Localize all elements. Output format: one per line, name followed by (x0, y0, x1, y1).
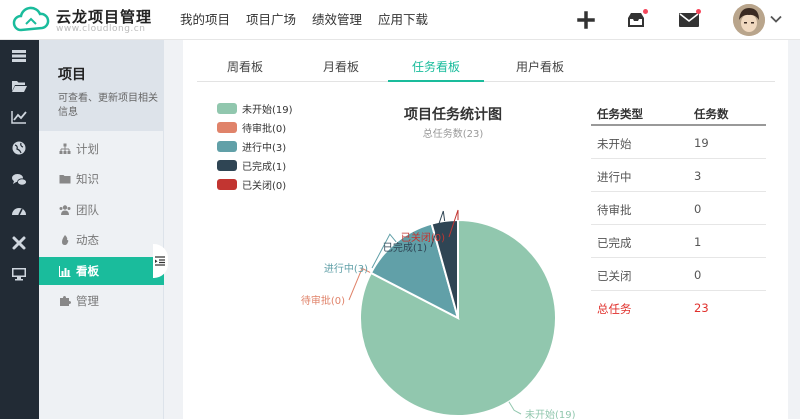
sidebar-collapse-toggle[interactable] (153, 244, 168, 278)
logo[interactable]: 云龙项目管理 www.cloudlong.cn (12, 4, 162, 36)
indent-icon (155, 256, 165, 266)
sidebar-item-knowledge[interactable]: 知识 (39, 165, 164, 193)
pie-leader-line-not-started (508, 401, 522, 415)
nav-project-square[interactable]: 项目广场 (246, 0, 296, 40)
table-row: 已完成 1 (591, 225, 766, 258)
sidebar-item-label: 团队 (76, 203, 99, 217)
legend-swatch (217, 159, 237, 171)
chart-subtitle: 总任务数(23) (422, 129, 484, 140)
logo-subtitle: www.cloudlong.cn (56, 24, 146, 34)
legend-item-done[interactable]: 已完成(1) (217, 158, 287, 173)
table-row: 待审批 0 (591, 192, 766, 225)
joomla-icon[interactable] (11, 235, 27, 251)
server-icon[interactable] (11, 48, 27, 64)
legend-swatch (217, 102, 237, 114)
table-row: 未开始 19 (591, 126, 766, 159)
legend-swatch (217, 121, 237, 133)
legend-label: 待审批(0) (242, 123, 287, 135)
task-count-cell: 0 (694, 268, 702, 282)
legend-label: 已完成(1) (242, 161, 287, 173)
nav-performance[interactable]: 绩效管理 (312, 0, 362, 40)
inbox-notification-dot (643, 9, 648, 14)
sitemap-icon (59, 143, 71, 154)
line-chart-icon[interactable] (11, 109, 27, 125)
task-type-cell: 待审批 (597, 203, 632, 217)
table-row: 已关闭 0 (591, 258, 766, 291)
legend-label: 进行中(3) (242, 142, 287, 154)
puzzle-icon (60, 296, 71, 306)
sidebar-item-label: 动态 (76, 233, 99, 247)
sidebar-item-manage[interactable]: 管理 (39, 287, 164, 315)
nav-app-download[interactable]: 应用下载 (378, 0, 428, 40)
legend-label: 未开始(19) (242, 104, 293, 116)
task-type-cell: 未开始 (597, 137, 632, 151)
chevron-down-icon[interactable] (769, 12, 783, 26)
dashboard-icon[interactable] (11, 203, 27, 219)
task-count-cell: 1 (694, 235, 702, 249)
fire-icon (62, 235, 69, 245)
tab-weekly-board[interactable]: 周看板 (197, 54, 293, 82)
pie-label-not-started: 未开始(19) (525, 408, 576, 419)
pie-label-pending: 待审批(0) (301, 294, 345, 307)
legend-item-in-progress[interactable]: 进行中(3) (217, 139, 287, 154)
column-header-type: 任务类型 (597, 107, 643, 121)
legend-swatch (217, 140, 237, 152)
folder-icon (59, 175, 71, 184)
bar-chart-icon (59, 266, 71, 277)
table-total-row: 总任务 23 (591, 291, 766, 324)
project-title: 项目 (58, 67, 86, 83)
sidebar-item-label: 管理 (76, 294, 99, 308)
legend-item-pending[interactable]: 待审批(0) (217, 120, 287, 135)
task-count-cell: 0 (694, 202, 702, 216)
main-content: 周看板 月看板 任务看板 用户看板 未开始(19) 待审批(0) 进行中(3) … (183, 40, 788, 419)
sidebar-item-label: 计划 (76, 142, 99, 156)
project-description: 可查看、更新项目相关信息 (58, 93, 158, 118)
tab-user-board[interactable]: 用户看板 (492, 54, 588, 82)
task-type-cell: 已完成 (597, 236, 632, 250)
globe-icon[interactable] (11, 140, 27, 156)
board-tabs: 周看板 月看板 任务看板 用户看板 (197, 54, 775, 82)
task-type-cell: 进行中 (597, 170, 632, 184)
sidebar-item-label: 看板 (76, 264, 99, 278)
legend-swatch (217, 178, 237, 190)
task-count-cell: 3 (694, 169, 702, 183)
folder-open-icon[interactable] (11, 78, 27, 94)
sidebar-item-plan[interactable]: 计划 (39, 135, 164, 163)
table-header-row: 任务类型 任务数 (591, 100, 766, 126)
comments-icon[interactable] (11, 172, 27, 188)
cloud-logo-icon (12, 6, 50, 32)
legend-label: 已关闭(0) (242, 180, 287, 192)
task-count-cell: 19 (694, 136, 709, 150)
pie-label-closed: 已关闭(0) (401, 231, 445, 244)
sidebar-item-team[interactable]: 团队 (39, 196, 164, 224)
sidebar-item-board[interactable]: 看板 (39, 257, 164, 285)
desktop-icon[interactable] (11, 266, 27, 282)
nav-my-projects[interactable]: 我的项目 (180, 0, 230, 40)
total-count-cell: 23 (694, 301, 709, 315)
column-header-count: 任务数 (694, 107, 729, 121)
task-pie-chart: 未开始(19)待审批(0)进行中(3)已完成(1)已关闭(0) (301, 209, 576, 419)
pie-label-in-progress: 进行中(3) (324, 262, 368, 275)
total-type-cell: 总任务 (597, 302, 632, 316)
mail-notification-dot (696, 9, 701, 14)
tab-monthly-board[interactable]: 月看板 (293, 54, 389, 82)
plus-icon[interactable] (574, 8, 598, 32)
project-sidebar-header: 项目 可查看、更新项目相关信息 (39, 40, 164, 131)
project-sidebar: 项目 可查看、更新项目相关信息 计划 知识 团队 动态 看板 管理 (39, 40, 164, 419)
sidebar-item-label: 知识 (76, 172, 99, 186)
user-avatar[interactable] (733, 4, 765, 36)
icon-rail (0, 40, 39, 419)
top-header: 云龙项目管理 www.cloudlong.cn 我的项目 项目广场 绩效管理 应… (0, 0, 800, 40)
users-icon (59, 205, 71, 215)
task-type-cell: 已关闭 (597, 269, 632, 283)
sidebar-item-activity[interactable]: 动态 (39, 226, 164, 254)
legend-item-closed[interactable]: 已关闭(0) (217, 177, 287, 192)
table-row: 进行中 3 (591, 159, 766, 192)
chart-title: 项目任务统计图 (404, 107, 502, 123)
tab-task-board[interactable]: 任务看板 (388, 54, 484, 82)
legend-item-not-started[interactable]: 未开始(19) (217, 101, 293, 116)
avatar-image (733, 4, 765, 36)
main-nav: 我的项目 项目广场 绩效管理 应用下载 (180, 0, 444, 40)
